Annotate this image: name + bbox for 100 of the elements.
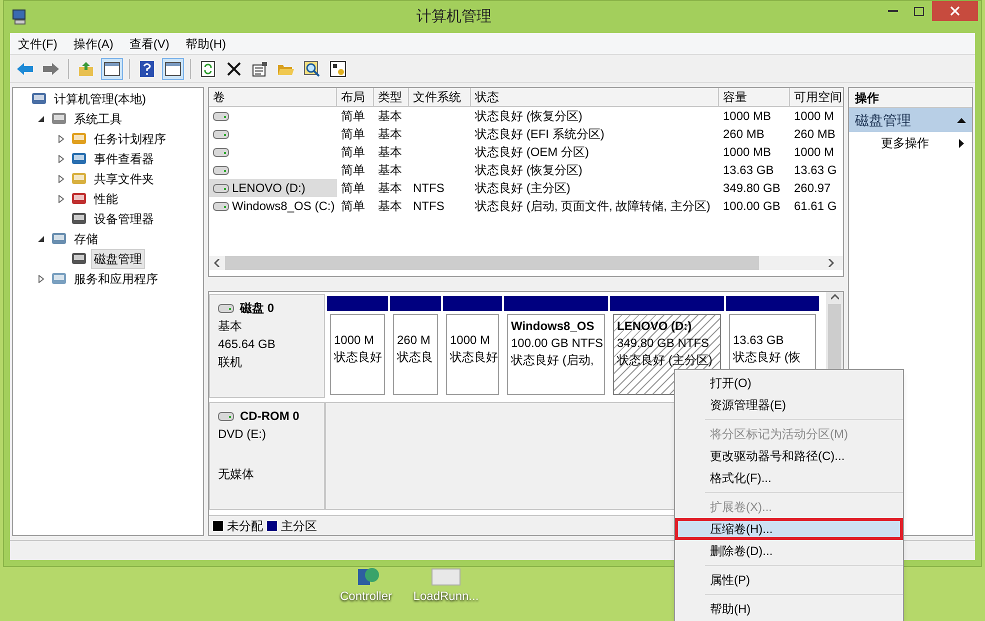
partition-status: 状态良好 (334, 349, 381, 366)
column-header[interactable]: 类型 (374, 88, 409, 106)
context-menu-item[interactable]: 属性(P) (675, 569, 903, 591)
volume-cell[interactable]: Windows8_OS (C:) (209, 197, 337, 215)
maximize-icon (914, 6, 924, 16)
partition-block[interactable]: 1000 M 状态良好 (446, 314, 499, 395)
drive-icon (213, 184, 229, 192)
disk-name: CD-ROM 0 (240, 408, 300, 425)
tree-node-icon (71, 151, 87, 167)
drive-icon (218, 304, 234, 312)
table-cell-text: 状态良好 (OEM 分区) (475, 144, 589, 161)
partition-header-bar (443, 296, 502, 311)
volume-cell[interactable]: LENOVO (D:) (209, 179, 337, 197)
context-menu-item[interactable]: 压缩卷(H)... (675, 518, 903, 540)
partition-status: 状态良 (397, 349, 434, 366)
toolbar-button[interactable] (101, 58, 123, 80)
tree-item[interactable]: 系统工具 (71, 109, 125, 129)
close-icon (950, 6, 960, 16)
context-menu-item[interactable]: 删除卷(D)... (675, 540, 903, 562)
partition-block[interactable]: 1000 M 状态良好 (330, 314, 385, 395)
tree-node-icon (51, 271, 67, 287)
menu-item[interactable]: 操作(A) (73, 34, 114, 52)
disk-info: 联机 (218, 354, 243, 371)
tree-item[interactable]: 性能 (91, 189, 121, 209)
disk-info: 无媒体 (218, 466, 255, 483)
settings-icon (330, 60, 346, 76)
table-cell-text: 349.80 GB (723, 180, 780, 197)
forward-arrow-icon (42, 62, 60, 76)
toolbar-button[interactable] (162, 58, 184, 80)
collapsed-arrow-icon[interactable] (57, 135, 65, 143)
collapsed-arrow-icon[interactable] (57, 175, 65, 183)
drive-icon (213, 202, 229, 210)
column-header[interactable]: 卷 (209, 88, 337, 106)
partition-size: 260 M (397, 332, 432, 349)
tree-node-icon (51, 231, 67, 247)
back-arrow-icon (16, 62, 34, 76)
context-menu-item[interactable]: 更改驱动器号和路径(C)... (675, 445, 903, 467)
collapsed-arrow-icon[interactable] (37, 275, 45, 283)
tree-item[interactable]: 事件查看器 (91, 149, 157, 169)
partition-size: 100.00 GB NTFS (511, 335, 601, 352)
tree-item[interactable]: 服务和应用程序 (71, 269, 161, 289)
table-cell-text: 13.63 GB (723, 162, 774, 179)
table-cell-text: 简单 (341, 126, 365, 143)
folder-up-icon (78, 60, 94, 76)
context-menu-item[interactable]: 资源管理器(E) (675, 394, 903, 416)
table-cell-text: LENOVO (D:) (232, 180, 306, 197)
table-cell-text: 简单 (341, 108, 365, 125)
table-cell-text: 1000 M (794, 144, 834, 161)
column-header[interactable]: 文件系统 (409, 88, 471, 106)
disk-info: 465.64 GB (218, 336, 276, 353)
partition-size: 1000 M (334, 332, 376, 349)
partition-block[interactable]: 260 M 状态良 (393, 314, 438, 395)
partition-status: 状态良好 (启动, (511, 352, 595, 369)
menu-item[interactable]: 文件(F) (18, 34, 58, 52)
tree-node-icon (31, 91, 47, 107)
disk-info: 基本 (218, 318, 243, 335)
help-icon (140, 60, 154, 76)
context-menu-item[interactable]: 帮助(H) (675, 598, 903, 620)
table-cell-text: 简单 (341, 198, 365, 215)
disk-info: DVD (E:) (218, 426, 267, 443)
minimize-icon (888, 10, 898, 12)
tree-item[interactable]: 磁盘管理 (91, 249, 145, 269)
tree-item[interactable]: 任务计划程序 (91, 129, 169, 149)
column-header[interactable]: 可用空间 (790, 88, 843, 106)
expanded-arrow-icon[interactable] (37, 115, 45, 123)
column-header[interactable]: 布局 (337, 88, 374, 106)
drive-icon (218, 412, 234, 420)
partition-header-bar (390, 296, 441, 311)
table-cell-text: 1000 MB (723, 108, 772, 125)
tree-node-icon (51, 111, 67, 127)
action-link[interactable]: 更多操作 (849, 132, 972, 154)
tree-item[interactable]: 共享文件夹 (91, 169, 157, 189)
column-header[interactable]: 状态 (471, 88, 719, 106)
tree-item[interactable]: 存储 (71, 229, 101, 249)
tree-item[interactable]: 计算机管理(本地) (51, 89, 149, 109)
partition-name: Windows8_OS (511, 318, 596, 335)
menu-item[interactable]: 查看(V) (129, 34, 170, 52)
column-header[interactable]: 容量 (719, 88, 790, 106)
expanded-arrow-icon[interactable] (37, 235, 45, 243)
legend-label: 主分区 (281, 518, 317, 534)
magnifier-icon (304, 60, 320, 76)
partition-block[interactable]: Windows8_OS 100.00 GB NTFS 状态良好 (启动, (507, 314, 605, 395)
horizontal-scrollbar[interactable] (209, 256, 843, 270)
menu-item[interactable]: 帮助(H) (185, 34, 226, 52)
tree-item[interactable]: 设备管理器 (91, 209, 157, 229)
collapsed-arrow-icon[interactable] (57, 155, 65, 163)
table-cell-text: 1000 MB (723, 144, 772, 161)
tree-node-icon (71, 131, 87, 147)
drive-icon (213, 130, 229, 138)
table-cell-text: 1000 M (794, 108, 834, 125)
panel-icon (104, 62, 120, 76)
panel-icon (165, 62, 181, 76)
close-button[interactable] (932, 1, 978, 21)
partition-size: 13.63 GB (733, 332, 785, 349)
collapsed-arrow-icon[interactable] (57, 195, 65, 203)
drive-icon (213, 148, 229, 156)
actions-section-header[interactable]: 磁盘管理 (849, 108, 972, 132)
context-menu-item[interactable]: 格式化(F)... (675, 467, 903, 489)
actions-title: 操作 (849, 88, 972, 108)
table-cell-text: 基本 (378, 108, 402, 125)
